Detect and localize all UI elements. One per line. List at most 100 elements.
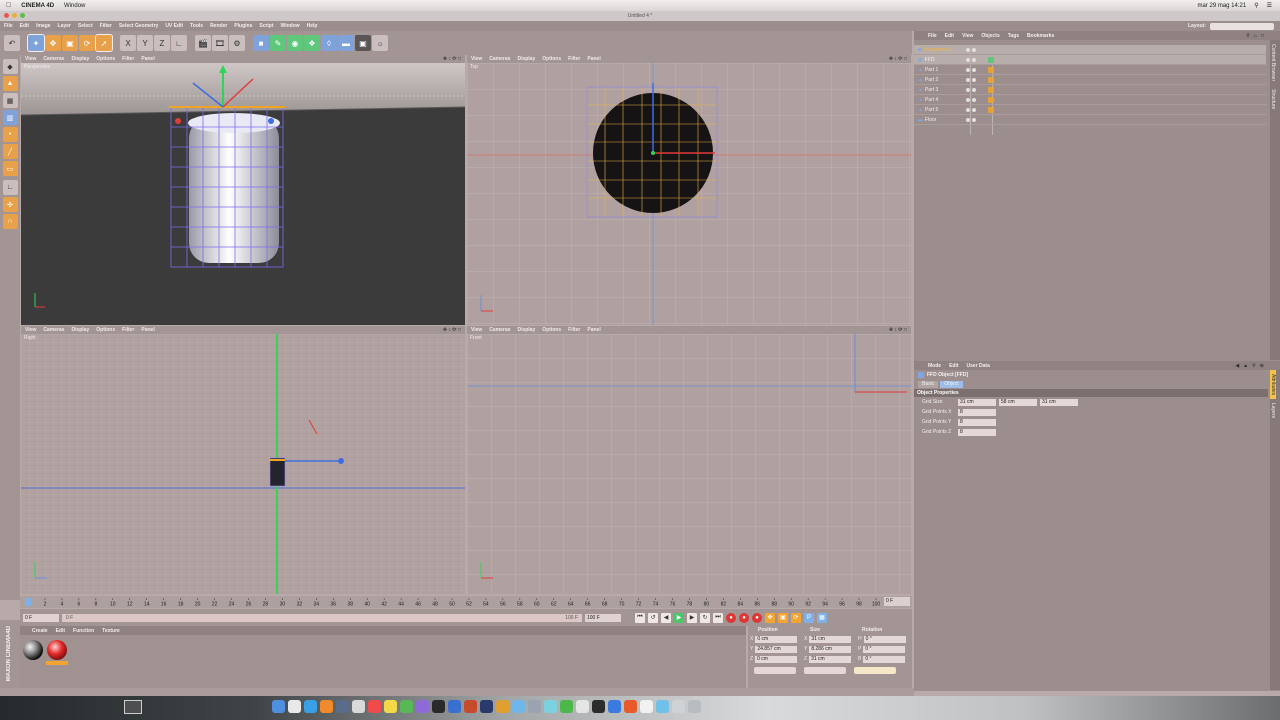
- tab-basic[interactable]: Basic: [918, 380, 939, 388]
- grid-points-x-field[interactable]: 8: [958, 408, 996, 416]
- right-canvas[interactable]: [21, 334, 465, 594]
- previous-key-icon[interactable]: ↺: [648, 612, 658, 623]
- end-frame-field[interactable]: 100 F: [585, 613, 621, 622]
- om-menu-bookmarks[interactable]: Bookmarks: [1027, 33, 1054, 39]
- rotate-icon[interactable]: ⟳: [79, 35, 95, 51]
- lock-icon[interactable]: ⊙: [1260, 363, 1264, 369]
- viewport-nav-icons[interactable]: ✥ ↕ ⟳ □: [889, 327, 911, 333]
- menu-plugins[interactable]: Plugins: [234, 23, 252, 29]
- filezilla-icon[interactable]: [624, 700, 637, 713]
- size-mode-dropdown[interactable]: [804, 667, 846, 674]
- position-z-field[interactable]: 0 cm: [755, 655, 798, 663]
- vp-menu-panel[interactable]: Panel: [141, 327, 154, 333]
- search-icon[interactable]: ⚲: [1252, 363, 1256, 369]
- desktop-thumbnail-icon[interactable]: [124, 700, 142, 714]
- size-x-field[interactable]: 31 cm: [809, 635, 852, 643]
- vp-menu-display[interactable]: Display: [71, 327, 89, 333]
- position-x-field[interactable]: 0 cm: [755, 635, 798, 643]
- last-tool-icon[interactable]: ➚: [95, 34, 113, 52]
- material-swatch[interactable]: [46, 640, 68, 665]
- menu-uv-edit[interactable]: UV Edit: [165, 23, 183, 29]
- skype-icon[interactable]: [512, 700, 525, 713]
- visibility-dots[interactable]: [966, 67, 984, 72]
- texture-mode-icon[interactable]: ▦: [2, 93, 18, 108]
- vp-menu-filter[interactable]: Filter: [568, 327, 580, 333]
- keyframe-selection-icon[interactable]: ●: [752, 612, 762, 623]
- polygons-mode-icon[interactable]: ▭: [2, 161, 18, 176]
- vp-menu-panel[interactable]: Panel: [587, 56, 600, 62]
- step-forward-icon[interactable]: ▶: [687, 612, 697, 623]
- viewport-right[interactable]: View Cameras Display Options Filter Pane…: [21, 326, 465, 594]
- camera-icon[interactable]: ▣: [355, 35, 371, 51]
- y-axis-lock-icon[interactable]: Y: [137, 35, 153, 51]
- scale-icon[interactable]: ▣: [62, 35, 78, 51]
- visibility-dots[interactable]: [966, 107, 984, 112]
- texture-tag-icon[interactable]: [988, 66, 994, 73]
- render-settings-icon[interactable]: ⚙: [229, 35, 245, 51]
- clock-text[interactable]: mar 29 mag 14:21: [1198, 3, 1247, 9]
- dropbox-icon[interactable]: [608, 700, 621, 713]
- itunes-icon[interactable]: [416, 700, 429, 713]
- viewport-nav-icons[interactable]: ✥ ↕ ⟳ □: [443, 56, 465, 62]
- preview-icon[interactable]: [576, 700, 589, 713]
- app-store-icon[interactable]: [544, 700, 557, 713]
- documents-stack-icon[interactable]: [672, 700, 685, 713]
- texture-tag-icon[interactable]: [988, 86, 994, 93]
- viewport-nav-icons[interactable]: ✥ ↕ ⟳ □: [889, 56, 911, 62]
- tab-layers[interactable]: Layers: [1270, 399, 1276, 422]
- menu-select[interactable]: Select: [78, 23, 93, 29]
- trash-icon[interactable]: [688, 700, 701, 713]
- vp-menu-options[interactable]: Options: [96, 56, 115, 62]
- live-selection-icon[interactable]: ✦: [27, 34, 45, 52]
- vp-menu-panel[interactable]: Panel: [587, 327, 600, 333]
- terminal-icon[interactable]: [432, 700, 445, 713]
- texture-tag-icon[interactable]: [988, 76, 994, 83]
- mm-menu-edit[interactable]: Edit: [56, 628, 65, 634]
- rotation-key-icon[interactable]: ⟳: [791, 612, 801, 623]
- menu-file[interactable]: File: [4, 23, 13, 29]
- z-axis-lock-icon[interactable]: Z: [154, 35, 170, 51]
- rotation-p-field[interactable]: 0 °: [863, 645, 906, 653]
- photoshop-icon[interactable]: [448, 700, 461, 713]
- perspective-canvas[interactable]: [21, 63, 465, 325]
- menu-script[interactable]: Script: [259, 23, 273, 29]
- tab-structure[interactable]: Structure: [1270, 85, 1276, 113]
- am-menu-user-data[interactable]: User Data: [967, 363, 990, 369]
- facetime-icon[interactable]: [560, 700, 573, 713]
- edges-mode-icon[interactable]: ╱: [2, 144, 18, 159]
- object-row[interactable]: ◆ Instrumento: [914, 45, 1266, 55]
- home-icon[interactable]: ⌂: [1254, 33, 1257, 39]
- snap-icon[interactable]: ∩: [2, 214, 18, 229]
- vp-menu-view[interactable]: View: [25, 327, 36, 333]
- autokey-icon[interactable]: ●: [739, 612, 749, 623]
- om-menu-objects[interactable]: Objects: [981, 33, 999, 39]
- textedit-icon[interactable]: [640, 700, 653, 713]
- scale-key-icon[interactable]: ▣: [778, 612, 788, 623]
- illustrator-icon[interactable]: [464, 700, 477, 713]
- viewport-perspective[interactable]: View Cameras Display Options Filter Pane…: [21, 55, 465, 325]
- make-editable-icon[interactable]: ◆: [2, 59, 18, 74]
- grid-points-y-field[interactable]: 8: [958, 418, 996, 426]
- point-level-icon[interactable]: ▦: [817, 612, 827, 623]
- am-menu-mode[interactable]: Mode: [928, 363, 941, 369]
- vp-menu-cameras[interactable]: Cameras: [489, 327, 510, 333]
- timeline-ruler[interactable]: 0246810121416182022242628303234363840424…: [24, 598, 884, 606]
- system-preferences-icon[interactable]: [528, 700, 541, 713]
- launchpad-icon[interactable]: [288, 700, 301, 713]
- vp-menu-filter[interactable]: Filter: [568, 56, 580, 62]
- zoom-window-icon[interactable]: [20, 13, 25, 18]
- menu-layer[interactable]: Layer: [58, 23, 71, 29]
- floor-icon[interactable]: ▬: [338, 35, 354, 51]
- tab-attributes[interactable]: Attributes: [1270, 370, 1276, 400]
- minimize-window-icon[interactable]: [12, 13, 17, 18]
- viewport-front[interactable]: View Cameras Display Options Filter Pane…: [467, 326, 911, 594]
- vp-menu-view[interactable]: View: [25, 56, 36, 62]
- vp-menu-options[interactable]: Options: [96, 327, 115, 333]
- object-row[interactable]: ▬ Floor: [914, 115, 1266, 125]
- coordinate-system-icon[interactable]: ∟: [171, 35, 187, 51]
- enable-axis-icon[interactable]: ∟: [2, 180, 18, 195]
- finder-icon[interactable]: [272, 700, 285, 713]
- om-menu-view[interactable]: View: [962, 33, 973, 39]
- undo-icon[interactable]: ↶: [4, 35, 20, 51]
- mac-app-name[interactable]: CINEMA 4D: [21, 3, 54, 9]
